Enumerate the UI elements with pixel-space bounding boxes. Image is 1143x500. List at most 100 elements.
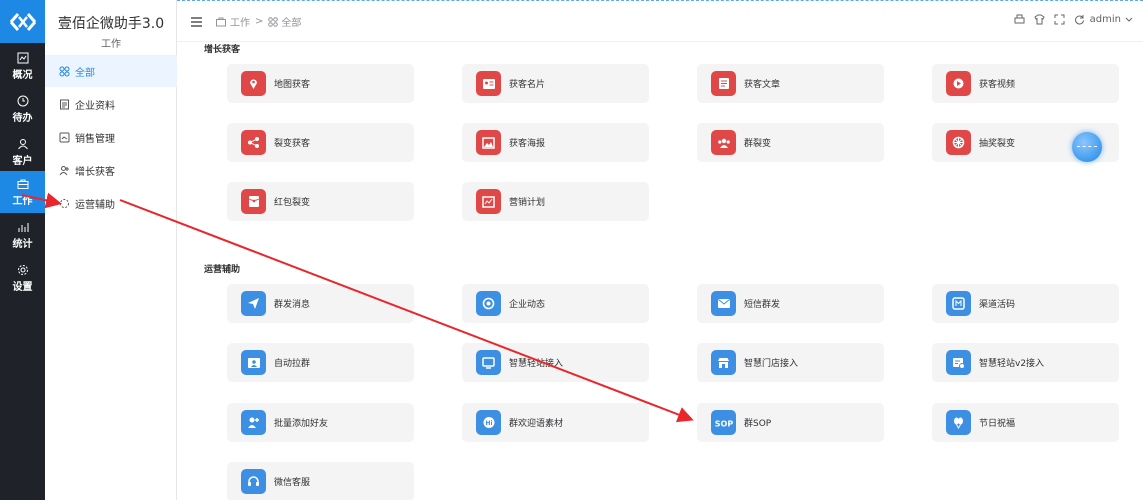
main-nav-rail: 概况 待办 客户 工作 统计 设置 (0, 0, 45, 500)
card-label: 自动拉群 (274, 359, 311, 369)
card-label: 营销计划 (509, 198, 546, 208)
briefcase-icon (216, 17, 226, 26)
card-group-fission[interactable]: 群裂变 (697, 123, 884, 162)
app-logo[interactable] (0, 0, 45, 43)
fullscreen-icon[interactable] (1054, 14, 1065, 25)
card-video[interactable]: 获客视频 (932, 64, 1119, 103)
card-channel-code[interactable]: 渠道活码 (932, 284, 1119, 323)
card-group-sop[interactable]: SOP 群SOP (697, 403, 884, 442)
card-company-moments[interactable]: 企业动态 (462, 284, 649, 323)
chevron-down-icon[interactable] (1125, 17, 1133, 23)
sidebar-item-label: 销售管理 (75, 133, 115, 145)
send-icon (241, 291, 266, 316)
edit-doc-icon (946, 350, 971, 375)
card-article[interactable]: 获客文章 (697, 64, 884, 103)
user-name[interactable]: admin (1090, 14, 1121, 25)
balloon-icon (946, 410, 971, 435)
card-sms-mass[interactable]: 短信群发 (697, 284, 884, 323)
card-batch-add-friend[interactable]: 批量添加好友 (227, 403, 414, 442)
card-label: 短信群发 (744, 300, 781, 310)
card-map-acquisition[interactable]: 地图获客 (227, 64, 414, 103)
map-pin-icon (241, 71, 266, 96)
rail-item-overview[interactable]: 概况 (0, 45, 45, 87)
card-label: 群发消息 (274, 300, 311, 310)
user-add-icon (59, 165, 69, 175)
print-icon[interactable] (1014, 14, 1025, 25)
card-business-card[interactable]: 获客名片 (462, 64, 649, 103)
grid-icon (268, 16, 279, 27)
svg-text:SOP: SOP (715, 419, 733, 428)
card-label: 节日祝福 (979, 419, 1016, 429)
rail-item-todo[interactable]: 待办 (0, 88, 45, 130)
refresh-icon[interactable] (1074, 14, 1085, 25)
section-title-growth: 增长获客 (204, 45, 241, 55)
rail-item-label: 统计 (12, 238, 33, 250)
rail-item-settings[interactable]: 设置 (0, 257, 45, 299)
rail-item-work[interactable]: 工作 (0, 171, 45, 213)
logo-icon (9, 12, 36, 31)
gear-icon (17, 264, 28, 275)
floating-assistant-button[interactable] (1072, 132, 1102, 162)
card-label: 地图获客 (274, 80, 311, 90)
sidebar-item-label: 全部 (75, 67, 95, 79)
card-label: 获客视频 (979, 80, 1016, 90)
svg-text:Hi: Hi (485, 420, 492, 427)
clock-icon (17, 95, 28, 106)
breadcrumb: 工作 > 全部 (191, 14, 301, 29)
rail-item-customer[interactable]: 客户 (0, 131, 45, 173)
card-fission[interactable]: 裂变获客 (227, 123, 414, 162)
card-label: 批量添加好友 (274, 419, 329, 429)
menu-toggle-icon[interactable] (191, 16, 202, 27)
lottery-wheel-icon (946, 130, 971, 155)
card-marketing-plan[interactable]: 营销计划 (462, 182, 649, 221)
card-smart-site-v2[interactable]: 智慧轻站v2接入 (932, 343, 1119, 382)
rail-item-label: 待办 (12, 112, 33, 124)
image-icon (476, 130, 501, 155)
card-label: 微信客服 (274, 478, 311, 488)
card-welcome-material[interactable]: Hi 群欢迎语素材 (462, 403, 649, 442)
app-title: 壹佰企微助手3.0 (57, 16, 165, 32)
sidebar-item-label: 运营辅助 (75, 199, 115, 211)
section-title-ops: 运营辅助 (204, 265, 241, 275)
user-plus-icon (241, 410, 266, 435)
chart-icon (476, 189, 501, 214)
grid-icon (59, 66, 70, 76)
mail-icon (711, 291, 736, 316)
sidebar-item-ops[interactable]: 运营辅助 (45, 187, 177, 219)
red-packet-icon (241, 189, 266, 214)
rail-item-label: 概况 (12, 69, 33, 81)
card-poster[interactable]: 获客海报 (462, 123, 649, 162)
card-label: 企业动态 (509, 300, 546, 310)
card-smart-store[interactable]: 智慧门店接入 (697, 343, 884, 382)
overview-icon (17, 52, 28, 63)
sidebar-item-sales[interactable]: 销售管理 (45, 121, 177, 153)
sales-icon (59, 132, 70, 142)
card-auto-group[interactable]: 自动拉群 (227, 343, 414, 382)
card-holiday-greeting[interactable]: 节日祝福 (932, 403, 1119, 442)
card-label: 群SOP (744, 419, 772, 429)
card-label: 智慧轻站接入 (509, 359, 564, 369)
app-window: 概况 待办 客户 工作 统计 设置 壹佰企微助手3.0 工作 全部 企业资料 销… (0, 0, 1143, 500)
hi-chat-icon: Hi (476, 410, 501, 435)
card-mass-message[interactable]: 群发消息 (227, 284, 414, 323)
rail-item-stats[interactable]: 统计 (0, 214, 45, 256)
card-label: 获客名片 (509, 80, 546, 90)
breadcrumb-root[interactable]: 工作 (230, 14, 250, 29)
sidebar-item-growth[interactable]: 增长获客 (45, 154, 177, 186)
id-card-icon (476, 71, 501, 96)
camera-aperture-icon (476, 291, 501, 316)
sidebar-item-all[interactable]: 全部 (45, 55, 177, 87)
sop-icon: SOP (711, 410, 736, 435)
sidebar-item-company-info[interactable]: 企业资料 (45, 88, 177, 120)
group-add-icon (241, 350, 266, 375)
stats-icon (18, 222, 28, 232)
card-smart-site[interactable]: 智慧轻站接入 (462, 343, 649, 382)
card-red-packet[interactable]: 红包裂变 (227, 182, 414, 221)
card-wechat-service[interactable]: 微信客服 (227, 462, 414, 500)
card-label: 智慧门店接入 (744, 359, 799, 369)
customer-icon (17, 138, 28, 149)
store-icon (711, 350, 736, 375)
shirt-icon[interactable] (1034, 14, 1045, 25)
briefcase-icon (17, 179, 28, 189)
qrcode-icon (946, 291, 971, 316)
